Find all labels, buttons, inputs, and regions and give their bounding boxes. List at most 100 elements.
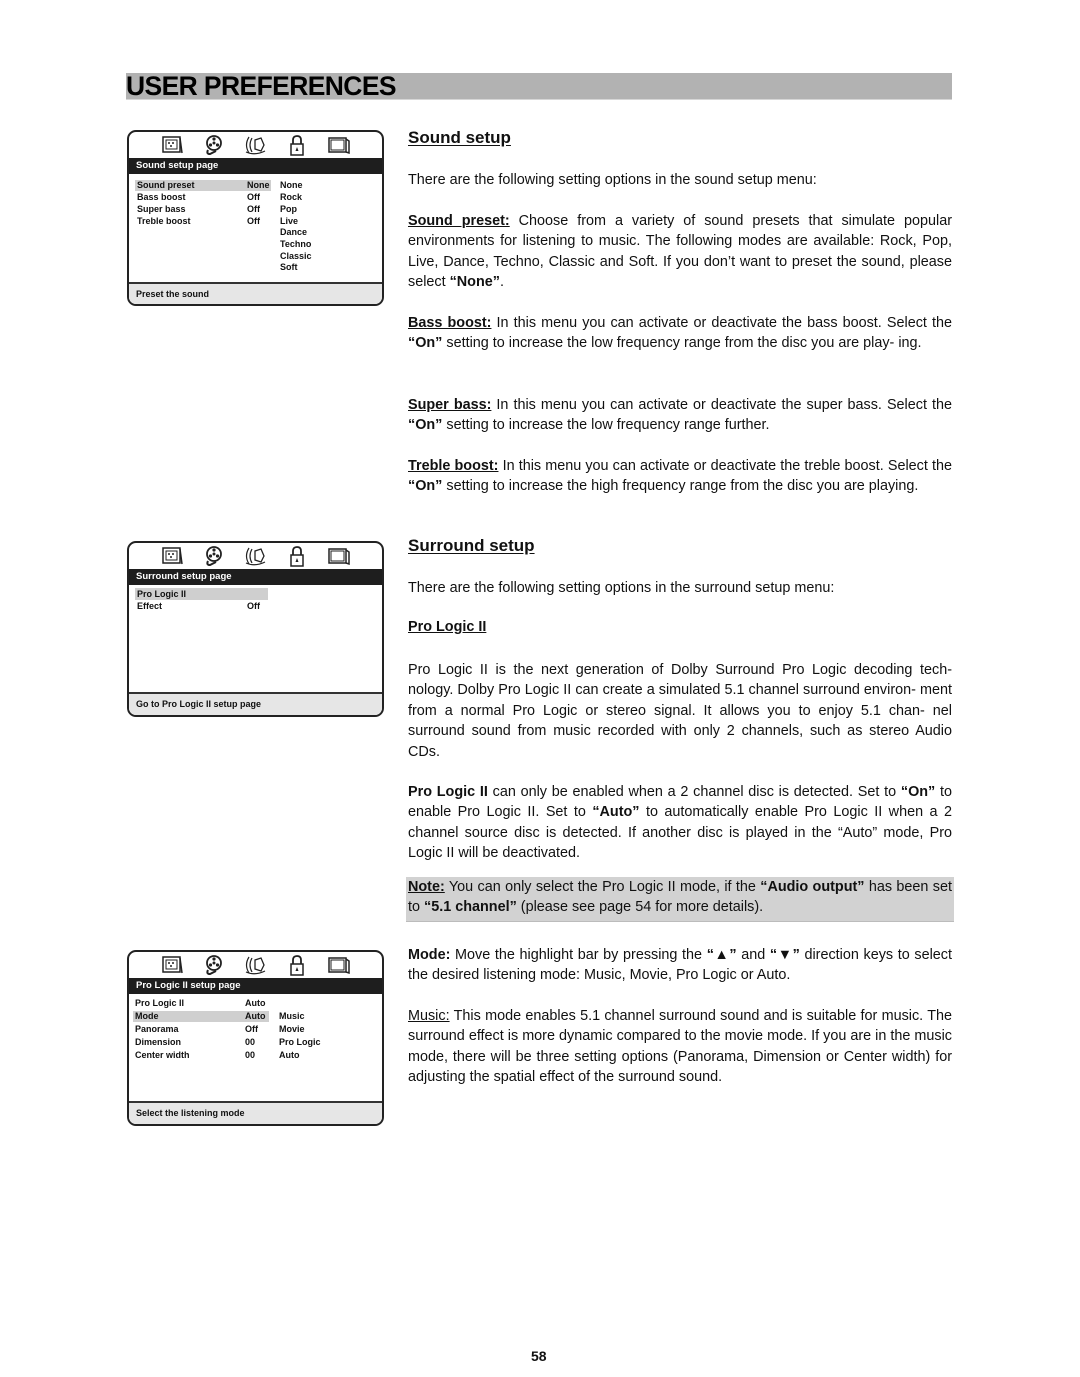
osd-status-bar: Go to Pro Logic II setup page — [129, 692, 382, 715]
page-number: 58 — [531, 1348, 547, 1364]
osd-pro-logic-setup-menu: Pro Logic II setup page Pro Logic II Aut… — [127, 950, 384, 1126]
menu-row-effect[interactable]: Effect Off — [135, 601, 268, 612]
option-none[interactable]: None — [280, 180, 303, 190]
osd-surround-setup-menu: Surround setup page Pro Logic II Effect … — [127, 541, 384, 717]
photo-settings-icon — [159, 134, 185, 156]
option-techno[interactable]: Techno — [280, 239, 311, 249]
osd-menu-body: Sound preset None Bass boost Off Super b… — [129, 174, 382, 284]
paragraph-text: In this menu you can activate or deactiv… — [491, 397, 952, 413]
padlock-icon — [284, 954, 310, 976]
menu-row-treble-boost[interactable]: Treble boost Off — [135, 216, 271, 227]
bass-boost-term: Bass boost: — [408, 315, 492, 331]
padlock-icon — [284, 545, 310, 567]
pro-logic-enable-paragraph: Pro Logic II can only be enabled when a … — [408, 782, 952, 864]
note-term: Note: — [408, 879, 445, 895]
osd-status-bar: Preset the sound — [129, 282, 382, 304]
menu-row-sound-preset[interactable]: Sound preset None — [135, 180, 271, 191]
paragraph-text: In this menu you can activate or deactiv… — [498, 458, 952, 474]
film-reel-icon — [201, 134, 227, 156]
row-label: Effect — [137, 601, 163, 611]
paragraph-text: setting to increase the high frequency r… — [442, 478, 919, 495]
option-rock[interactable]: Rock — [280, 192, 302, 202]
row-label: Center width — [135, 1050, 190, 1060]
row-label: Sound preset — [137, 180, 195, 190]
paragraph-text: You can only select the Pro Logic II mod… — [444, 879, 761, 895]
option-pop[interactable]: Pop — [280, 204, 297, 214]
menu-row-center-width[interactable]: Center width 00 — [133, 1050, 269, 1061]
option-movie[interactable]: Movie — [279, 1024, 305, 1034]
menu-row-mode[interactable]: Mode Auto — [133, 1011, 269, 1022]
osd-menu-body: Pro Logic II Effect Off — [129, 585, 382, 695]
treble-boost-term: Treble boost: — [408, 458, 499, 474]
osd-icon-bar — [129, 952, 382, 978]
paragraph-text: (please see page 54 for more details). — [516, 899, 764, 916]
section-title: USER PREFERENCES — [126, 71, 397, 101]
osd-icon-bar — [129, 543, 382, 569]
super-bass-paragraph: Super bass: In this menu you can activat… — [408, 395, 952, 436]
menu-row-super-bass[interactable]: Super bass Off — [135, 204, 271, 215]
mode-paragraph: Mode: Move the highlight bar by pressing… — [408, 945, 952, 986]
up-arrow-key: “▲” — [706, 947, 737, 963]
paragraph-text: Move the highlight bar by pressing the — [450, 947, 707, 963]
photo-settings-icon — [159, 545, 185, 567]
paragraph-text: This mode enables 5.1 channel surround s… — [408, 1008, 952, 1086]
osd-menu-title: Pro Logic II setup page — [129, 978, 382, 994]
paragraph-text: setting to increase the low frequency ra… — [442, 417, 770, 434]
music-paragraph: Music: This mode enables 5.1 channel sur… — [408, 1006, 952, 1088]
option-live[interactable]: Live — [280, 216, 298, 226]
row-value: Off — [247, 216, 260, 226]
treble-boost-paragraph: Treble boost: In this menu you can activ… — [408, 456, 952, 497]
super-bass-term: Super bass: — [408, 397, 492, 413]
menu-row-pro-logic-ii[interactable]: Pro Logic II — [135, 588, 268, 600]
option-dance[interactable]: Dance — [280, 227, 307, 237]
row-label: Panorama — [135, 1024, 179, 1034]
row-value: Auto — [245, 1011, 266, 1021]
option-classic[interactable]: Classic — [280, 251, 312, 261]
speaker-sound-icon — [242, 954, 268, 976]
option-pro-logic[interactable]: Pro Logic — [279, 1037, 321, 1047]
menu-row-panorama[interactable]: Panorama Off — [133, 1024, 269, 1035]
row-value: None — [247, 180, 270, 190]
menu-row-bass-boost[interactable]: Bass boost Off — [135, 192, 271, 203]
bold-term: “On” — [900, 784, 936, 800]
photo-settings-icon — [159, 954, 185, 976]
option-soft[interactable]: Soft — [280, 262, 298, 272]
row-label: Pro Logic II — [135, 998, 185, 1008]
osd-status-bar: Select the listening mode — [129, 1101, 382, 1124]
sound-preset-term: Sound preset: — [408, 213, 510, 229]
bold-term: “Audio output” — [760, 879, 865, 895]
row-value: Off — [247, 192, 260, 202]
section-header-bar: USER PREFERENCES — [126, 71, 952, 101]
option-music[interactable]: Music — [279, 1011, 305, 1021]
row-value: 00 — [245, 1050, 256, 1060]
bold-term: “On” — [408, 417, 443, 434]
paragraph-text: and — [736, 947, 770, 963]
paragraph-text: can only be enabled when a 2 channel dis… — [487, 784, 901, 800]
osd-sound-setup-menu: Sound setup page Sound preset None Bass … — [127, 130, 384, 306]
row-label: Super bass — [137, 204, 186, 214]
row-label: Treble boost — [137, 216, 191, 226]
note-paragraph: Note: You can only select the Pro Logic … — [408, 877, 952, 918]
menu-row-dimension[interactable]: Dimension 00 — [133, 1037, 269, 1048]
bold-term: Pro Logic II — [408, 784, 488, 800]
sound-setup-intro: There are the following setting options … — [408, 172, 817, 188]
row-label: Dimension — [135, 1037, 182, 1047]
sound-preset-paragraph: Sound preset: Choose from a variety of s… — [408, 211, 952, 293]
menu-row-pro-logic-ii[interactable]: Pro Logic II Auto — [133, 998, 269, 1009]
row-label: Bass boost — [137, 192, 186, 202]
option-auto[interactable]: Auto — [279, 1050, 300, 1060]
row-value: Off — [247, 204, 260, 214]
sound-setup-heading: Sound setup — [408, 128, 511, 147]
tv-screen-icon — [326, 954, 352, 976]
bass-boost-paragraph: Bass boost: In this menu you can activat… — [408, 313, 952, 354]
film-reel-icon — [201, 954, 227, 976]
osd-menu-title: Sound setup page — [129, 158, 382, 174]
bold-term: “Auto” — [592, 804, 640, 821]
tv-screen-icon — [326, 134, 352, 156]
bold-term: “5.1 channel” — [424, 899, 517, 916]
surround-setup-heading: Surround setup — [408, 536, 535, 555]
row-value: 00 — [245, 1037, 256, 1047]
speaker-sound-icon — [242, 545, 268, 567]
tv-screen-icon — [326, 545, 352, 567]
row-value: Auto — [245, 998, 266, 1008]
